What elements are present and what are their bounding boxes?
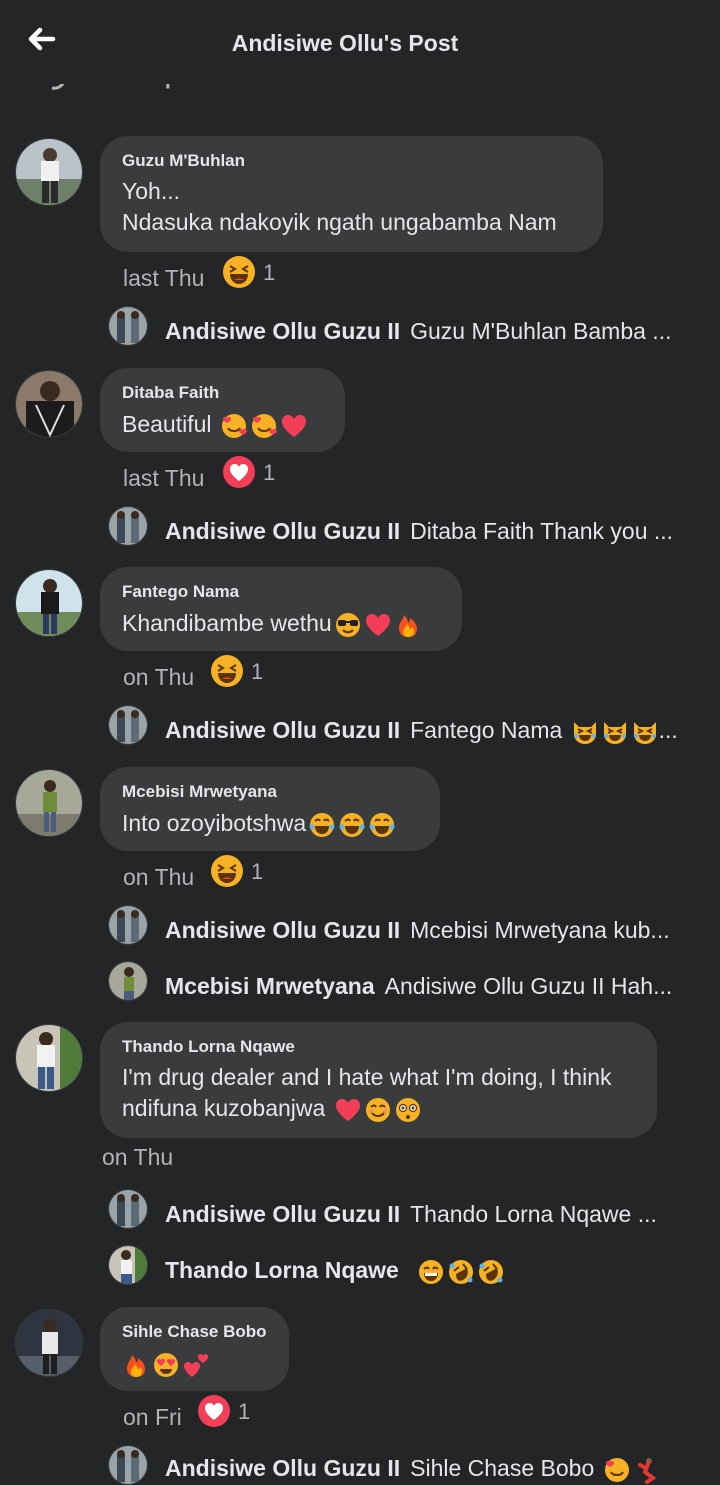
smiling-hearts-emoji-icon xyxy=(603,1456,631,1484)
comment-author[interactable]: Thando Lorna Nqawe xyxy=(122,1036,635,1058)
comment-time[interactable]: on Fri xyxy=(123,1404,182,1431)
comment-text: Ndasuka ndakoyik ngath ungabamba Nam xyxy=(122,209,557,235)
comment-author[interactable]: Fantego Nama xyxy=(122,581,440,603)
tears-of-joy-emoji-icon xyxy=(338,811,366,839)
love-emoji-icon[interactable] xyxy=(197,1394,231,1428)
reply-row[interactable]: Andisiwe Ollu Guzu II Sihle Chase Bobo xyxy=(165,1455,661,1484)
comment-text: Khandibambe wethu xyxy=(122,610,332,636)
smiling-hearts-emoji-icon xyxy=(250,412,278,440)
comment-time[interactable]: on Thu xyxy=(123,864,194,891)
comment-time[interactable]: on Thu xyxy=(123,664,194,691)
comment-text: Beautiful xyxy=(122,411,212,437)
comment-bubble[interactable]: Thando Lorna Nqawe I'm drug dealer and I… xyxy=(100,1022,657,1138)
reply-author[interactable]: Andisiwe Ollu Guzu II xyxy=(165,717,400,743)
reply-text: Mcebisi Mrwetyana kub... xyxy=(410,917,670,943)
avatar[interactable] xyxy=(108,1189,148,1229)
dancer-emoji-icon xyxy=(633,1456,661,1484)
grinning-emoji-icon xyxy=(417,1258,445,1286)
avatar[interactable] xyxy=(108,1445,148,1485)
flushed-emoji-icon xyxy=(394,1096,422,1124)
smiling-blush-emoji-icon xyxy=(364,1096,392,1124)
love-emoji-icon[interactable] xyxy=(222,455,256,489)
reply-row[interactable]: Andisiwe Ollu Guzu II Ditaba Faith Thank … xyxy=(165,518,673,545)
cat-laughing-emoji-icon xyxy=(601,718,629,746)
reply-row[interactable]: Mcebisi Mrwetyana Andisiwe Ollu Guzu II H… xyxy=(165,973,672,1000)
comment-time[interactable]: on Thu xyxy=(102,1144,173,1171)
reaction-count[interactable]: 1 xyxy=(263,460,275,486)
avatar[interactable] xyxy=(108,1245,148,1285)
reply-author[interactable]: Andisiwe Ollu Guzu II xyxy=(165,518,400,544)
reaction-count[interactable]: 1 xyxy=(251,859,263,885)
comment-bubble[interactable]: Fantego Nama Khandibambe wethu xyxy=(100,567,462,651)
reply-text: Ditaba Faith Thank you ... xyxy=(410,518,674,544)
laughing-emoji-icon[interactable] xyxy=(222,255,256,289)
avatar[interactable] xyxy=(108,705,148,745)
reply-text: Guzu M'Buhlan Bamba ... xyxy=(410,318,672,344)
avatar[interactable] xyxy=(108,506,148,546)
fire-emoji-icon xyxy=(122,1351,150,1379)
reply-text: Thando Lorna Nqawe ... xyxy=(410,1201,657,1227)
avatar[interactable] xyxy=(15,1309,83,1377)
rolling-laughing-emoji-icon xyxy=(477,1258,505,1286)
comment-bubble[interactable]: Mcebisi Mrwetyana Into ozoyibotshwa xyxy=(100,767,440,851)
two-hearts-emoji-icon xyxy=(182,1351,210,1379)
reply-row[interactable]: Andisiwe Ollu Guzu II Fantego Nama ... xyxy=(165,717,678,746)
avatar[interactable] xyxy=(15,370,83,438)
avatar[interactable] xyxy=(108,306,148,346)
avatar[interactable] xyxy=(108,905,148,945)
reply-text: Fantego Nama xyxy=(410,717,563,743)
heart-eyes-emoji-icon xyxy=(152,1351,180,1379)
reaction-count[interactable]: 1 xyxy=(251,659,263,685)
reply-row[interactable]: Andisiwe Ollu Guzu II Thando Lorna Nqawe … xyxy=(165,1201,657,1228)
rolling-laughing-emoji-icon xyxy=(447,1258,475,1286)
reply-row[interactable]: Andisiwe Ollu Guzu II Mcebisi Mrwetyana k… xyxy=(165,917,670,944)
comment-bubble[interactable]: Sihle Chase Bobo xyxy=(100,1307,289,1391)
page-title: Andisiwe Ollu's Post xyxy=(231,30,459,56)
reaction-count[interactable]: 1 xyxy=(263,260,275,286)
laughing-emoji-icon[interactable] xyxy=(210,854,244,888)
reply-author[interactable]: Andisiwe Ollu Guzu II xyxy=(165,917,400,943)
tears-of-joy-emoji-icon xyxy=(368,811,396,839)
comment-author[interactable]: Mcebisi Mrwetyana xyxy=(122,781,418,803)
sunglasses-emoji-icon xyxy=(334,611,362,639)
comment-author[interactable]: Ditaba Faith xyxy=(122,382,323,404)
comment-bubble[interactable]: Guzu M'Buhlan Yoh... Ndasuka ndakoyik ng… xyxy=(100,136,603,252)
heart-emoji-icon xyxy=(280,412,308,440)
cat-laughing-emoji-icon xyxy=(571,718,599,746)
reply-row[interactable]: Thando Lorna Nqawe xyxy=(165,1257,505,1286)
heart-emoji-icon xyxy=(364,611,392,639)
avatar[interactable] xyxy=(108,961,148,1001)
comment-text: ndifuna kuzobanjwa xyxy=(122,1095,326,1121)
cat-laughing-emoji-icon xyxy=(631,718,659,746)
avatar[interactable] xyxy=(15,769,83,837)
comment-author[interactable]: Guzu M'Buhlan xyxy=(122,150,581,172)
reply-text-ellipsis: ... xyxy=(658,717,678,743)
comment-author[interactable]: Sihle Chase Bobo xyxy=(122,1321,267,1343)
avatar[interactable] xyxy=(15,569,83,637)
fire-emoji-icon xyxy=(394,611,422,639)
comment-text: I'm drug dealer and I hate what I'm doin… xyxy=(122,1064,612,1090)
comment-time[interactable]: last Thu xyxy=(123,465,204,492)
tears-of-joy-emoji-icon xyxy=(308,811,336,839)
avatar[interactable] xyxy=(15,1024,83,1092)
reaction-count[interactable]: 1 xyxy=(238,1399,250,1425)
comment-text: Yoh... xyxy=(122,178,180,204)
reply-text: Andisiwe Ollu Guzu II Hah... xyxy=(384,973,673,999)
comment-bubble[interactable]: Ditaba Faith Beautiful xyxy=(100,368,345,452)
reply-author[interactable]: Andisiwe Ollu Guzu II xyxy=(165,1455,400,1481)
smiling-hearts-emoji-icon xyxy=(220,412,248,440)
reply-author[interactable]: Mcebisi Mrwetyana xyxy=(165,973,375,999)
comment-text: Into ozoyibotshwa xyxy=(122,810,307,836)
reply-author[interactable]: Thando Lorna Nqawe xyxy=(165,1257,399,1283)
comment-time[interactable]: last Thu xyxy=(123,265,204,292)
reply-text: Sihle Chase Bobo xyxy=(410,1455,595,1481)
reply-row[interactable]: Andisiwe Ollu Guzu II Guzu M'Buhlan Bamba… xyxy=(165,318,671,345)
heart-emoji-icon xyxy=(334,1096,362,1124)
laughing-emoji-icon[interactable] xyxy=(210,654,244,688)
top-bar: Andisiwe Ollu's Post xyxy=(0,0,720,84)
reply-author[interactable]: Andisiwe Ollu Guzu II xyxy=(165,1201,400,1227)
reply-author[interactable]: Andisiwe Ollu Guzu II xyxy=(165,318,400,344)
avatar[interactable] xyxy=(15,138,83,206)
